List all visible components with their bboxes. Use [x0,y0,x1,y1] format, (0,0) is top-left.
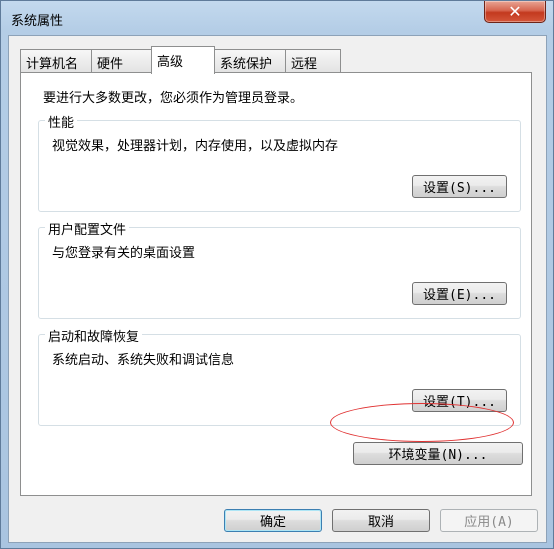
apply-button: 应用(A) [440,509,538,532]
close-icon: ✕ [508,2,522,21]
performance-description: 视觉效果，处理器计划，内存使用，以及虚拟内存 [52,139,339,154]
system-properties-window: 系统属性 ✕ 计算机名 硬件 高级 系统保护 远程 要进行大多数更改，您必须作为… [0,0,554,549]
user-profiles-settings-button[interactable]: 设置(E)... [412,282,507,305]
tab-label: 高级 [157,55,184,70]
environment-variables-button[interactable]: 环境变量(N)... [353,442,523,465]
advanced-tab-panel: 要进行大多数更改，您必须作为管理员登录。 性能 视觉效果，处理器计划，内存使用，… [20,72,532,496]
user-profiles-description: 与您登录有关的桌面设置 [52,246,196,261]
admin-notice: 要进行大多数更改，您必须作为管理员登录。 [43,91,304,106]
tab-hardware[interactable]: 硬件 [91,49,152,72]
tab-label: 系统保护 [220,57,273,72]
tab-label: 硬件 [97,57,124,72]
tab-label: 远程 [291,57,318,72]
close-button[interactable]: ✕ [484,1,546,23]
ok-button[interactable]: 确定 [224,509,322,532]
window-title: 系统属性 [11,14,64,29]
cancel-button[interactable]: 取消 [332,509,430,532]
tab-remote[interactable]: 远程 [285,49,341,72]
startup-recovery-settings-button[interactable]: 设置(T)... [412,389,507,412]
tab-computer-name[interactable]: 计算机名 [20,49,92,72]
tab-label: 计算机名 [26,57,79,72]
performance-group: 性能 视觉效果，处理器计划，内存使用，以及虚拟内存 设置(S)... [38,112,521,212]
startup-recovery-title: 启动和故障恢复 [45,326,143,345]
tab-advanced[interactable]: 高级 [151,46,215,74]
performance-title: 性能 [45,112,78,131]
dialog-client-area: 计算机名 硬件 高级 系统保护 远程 要进行大多数更改，您必须作为管理员登录。 … [8,35,547,543]
tab-system-protection[interactable]: 系统保护 [214,49,286,72]
performance-settings-button[interactable]: 设置(S)... [412,175,507,198]
startup-recovery-description: 系统启动、系统失败和调试信息 [52,353,235,368]
user-profiles-title: 用户配置文件 [45,219,130,238]
startup-recovery-group: 启动和故障恢复 系统启动、系统失败和调试信息 设置(T)... [38,326,521,426]
user-profiles-group: 用户配置文件 与您登录有关的桌面设置 设置(E)... [38,219,521,319]
